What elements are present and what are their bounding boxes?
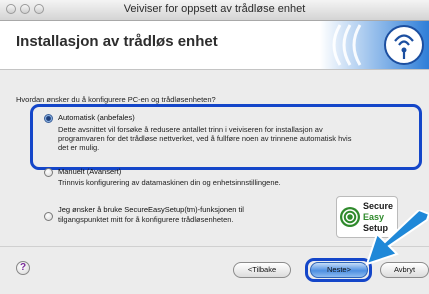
page-title: Installasjon av trådløs enhet xyxy=(16,33,218,50)
option-desc-automatic-line-3: det er mulig. xyxy=(58,143,100,152)
wizard-window: Veiviser for oppsett av trådløse enhet I… xyxy=(0,0,429,294)
back-button[interactable]: <Tilbake xyxy=(233,262,291,278)
option-desc-automatic-line-2: programvaren for det trådløse nettverket… xyxy=(58,134,352,143)
radio-automatic[interactable] xyxy=(44,114,53,123)
option-desc-automatic-line-1: Dette avsnittet vil forsøke å redusere a… xyxy=(58,125,323,134)
configuration-question: Hvordan ønsker du å konfigurere PC-en og… xyxy=(16,95,216,104)
option-label-manual[interactable]: Manuelt (Avansert) xyxy=(58,167,121,176)
radio-manual[interactable] xyxy=(44,168,53,177)
wireless-logo-icon xyxy=(320,21,429,69)
pointer-arrow-icon xyxy=(365,210,429,266)
title-bar[interactable]: Veiviser for oppsett av trådløse enhet xyxy=(0,0,429,21)
radio-secureeasysetup[interactable] xyxy=(44,212,53,221)
option-label-secureeasysetup[interactable]: Jeg ønsker å bruke SecureEasySetup(tm)-f… xyxy=(58,205,244,214)
option-desc-secureeasysetup: tilgangspunktet mitt for å konfigurere t… xyxy=(58,215,234,224)
wizard-header: Installasjon av trådløs enhet xyxy=(0,21,429,70)
help-button[interactable]: ? xyxy=(16,261,30,275)
window-title: Veiviser for oppsett av trådløse enhet xyxy=(123,3,306,15)
option-desc-manual: Trinnvis konfigurering av datamaskinen d… xyxy=(58,178,281,187)
option-label-automatic[interactable]: Automatisk (anbefales) xyxy=(58,113,135,122)
